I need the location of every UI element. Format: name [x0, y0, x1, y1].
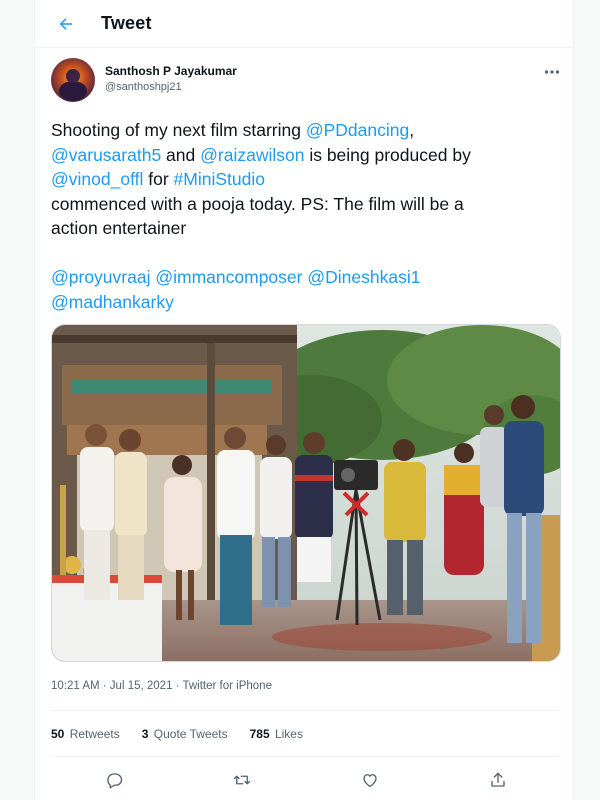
divider	[51, 710, 559, 711]
retweet-icon	[233, 775, 251, 785]
mention-link[interactable]: @vinod_offl	[51, 169, 143, 189]
likes-count: 785	[249, 727, 270, 741]
reply-icon	[107, 773, 123, 789]
retweets-stat[interactable]: 50 Retweets	[51, 727, 120, 741]
likes-stat[interactable]: 785 Likes	[250, 727, 303, 741]
action-bar	[35, 766, 575, 794]
author-name[interactable]: Santhosh P Jayakumar	[105, 64, 237, 78]
quote-tweets-label: Quote Tweets	[153, 727, 228, 741]
tweet-text-segment: commenced with a pooja today. PS: The fi…	[51, 193, 464, 214]
tweet-text-segment: is being produced by	[304, 144, 471, 165]
likes-label: Likes	[274, 727, 303, 741]
share-icon	[491, 772, 505, 787]
tweet-text-segment: for	[143, 169, 174, 189]
tweet-photo[interactable]	[51, 324, 561, 662]
engagement-stats: 50 Retweets 3 Quote Tweets 785 Likes	[51, 727, 303, 741]
reply-button[interactable]	[100, 766, 128, 794]
tweet-text-segment: action entertainer	[51, 218, 187, 238]
more-options-button[interactable]	[540, 62, 564, 82]
tweet-text-segment: ,	[409, 120, 415, 140]
tweet-text-segment: Shooting of my next film starring	[51, 120, 306, 140]
tweet-text: Shooting of my next film starring @PDdan…	[51, 118, 561, 314]
mention-link[interactable]: @PDdancing	[306, 120, 409, 140]
divider	[51, 756, 559, 757]
hashtag-link[interactable]: #MiniStudio	[174, 169, 265, 189]
author-handle[interactable]: @santhoshpj21	[105, 81, 182, 93]
more-dots-icon	[544, 70, 560, 74]
share-button[interactable]	[484, 766, 512, 794]
heart-icon	[363, 774, 377, 788]
mention-link[interactable]: @varusarath5	[51, 145, 161, 165]
tweet-header: Tweet	[35, 0, 575, 48]
quote-tweets-count: 3	[141, 727, 149, 741]
tweet-column: Tweet Santhosh P Jayakumar @santhoshpj21	[34, 0, 575, 800]
mention-link[interactable]: @immancomposer	[155, 267, 302, 287]
mention-link[interactable]: @proyuvraaj	[51, 267, 150, 287]
tweet-timestamp[interactable]: 10:21 AM · Jul 15, 2021 · Twitter for iP…	[51, 680, 272, 692]
back-button[interactable]	[51, 9, 81, 39]
retweet-button[interactable]	[228, 766, 256, 794]
author-avatar[interactable]	[51, 58, 95, 102]
retweets-label: Retweets	[69, 727, 120, 741]
tweet-text-segment: and	[161, 144, 201, 165]
mention-link[interactable]: @madhankarky	[51, 292, 174, 312]
arrow-left-icon	[59, 18, 72, 30]
mention-link[interactable]: @raizawilson	[200, 145, 304, 165]
page-title: Tweet	[101, 13, 152, 33]
mention-link[interactable]: @Dineshkasi1	[307, 267, 420, 287]
like-button[interactable]	[356, 766, 384, 794]
quote-tweets-stat[interactable]: 3 Quote Tweets	[142, 727, 228, 741]
retweets-count: 50	[51, 727, 65, 741]
